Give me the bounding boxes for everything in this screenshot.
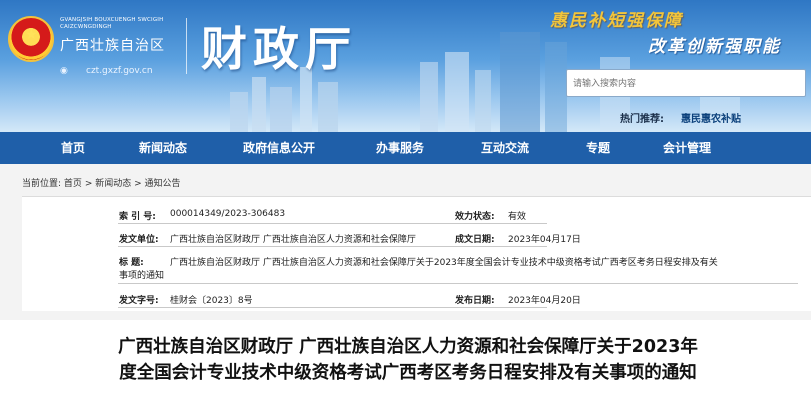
nav-gov-info[interactable]: 政府信息公开 (243, 132, 315, 164)
row-divider (454, 246, 547, 247)
breadcrumb-prefix: 当前位置: (22, 179, 62, 189)
region-pinyin: GVANGJSIH BOUXCUENGH SWCIGIH CAIZCWNGDIN… (60, 17, 163, 31)
slogan-line-1: 惠民补短强保障 (550, 11, 683, 31)
title-label: 标 题: (119, 258, 144, 268)
publish-date-value: 2023年04月20日 (508, 296, 581, 306)
site-url-icon: ◉ (60, 66, 68, 76)
validity-label: 效力状态: (455, 212, 495, 222)
validity-value: 有效 (508, 212, 527, 222)
created-date-value: 2023年04月17日 (508, 235, 581, 245)
breadcrumb-home[interactable]: 首页 (64, 179, 82, 189)
site-url: czt.gxzf.gov.cn (86, 66, 153, 76)
row-divider (454, 307, 547, 308)
region-name: 广西壮族自治区 (60, 38, 165, 54)
nav-home[interactable]: 首页 (61, 132, 85, 164)
breadcrumb: 当前位置: 首页 > 新闻动态 > 通知公告 (22, 176, 181, 189)
national-emblem-icon: ★ (8, 16, 54, 62)
hot-recommend-label: 热门推荐: (620, 114, 664, 125)
breadcrumb-news[interactable]: 新闻动态 (95, 179, 131, 189)
header-divider (186, 18, 187, 74)
created-date-label: 成文日期: (455, 235, 495, 245)
publish-date-label: 发布日期: (455, 296, 495, 306)
issuer-value: 广西壮族自治区财政厅 广西壮族自治区人力资源和社会保障厅 (170, 235, 416, 245)
breadcrumb-notices[interactable]: 通知公告 (145, 179, 181, 189)
document-info-panel: 索 引 号: 000014349/2023-306483 效力状态: 有效 发文… (22, 196, 811, 311)
row-divider (118, 307, 458, 308)
article-title: 广西壮族自治区财政厅 广西壮族自治区人力资源和社会保障厅关于2023年 度全国会… (28, 334, 788, 386)
site-header: ★ GVANGJSIH BOUXCUENGH SWCIGIH CAIZCWNGD… (0, 0, 811, 132)
doc-number-value: 桂财会〔2023〕8号 (170, 296, 253, 306)
department-name: 财政厅 (201, 22, 357, 76)
nav-accounting[interactable]: 会计管理 (663, 132, 711, 164)
pinyin-line-1: GVANGJSIH BOUXCUENGH SWCIGIH (60, 17, 164, 23)
slogan-line-2: 改革创新强职能 (648, 37, 781, 57)
article-title-line-2: 度全国会计专业技术中级资格考试广西考区考务日程安排及有关事项的通知 (119, 363, 697, 383)
row-divider (118, 283, 798, 284)
breadcrumb-separator: > (134, 179, 142, 189)
row-divider (454, 223, 547, 224)
breadcrumb-separator: > (84, 179, 93, 189)
issuer-label: 发文单位: (119, 235, 159, 245)
row-divider (118, 223, 458, 224)
row-divider (118, 246, 458, 247)
title-value-line-1: 广西壮族自治区财政厅 广西壮族自治区人力资源和社会保障厅关于2023年度全国会计… (170, 258, 718, 268)
hot-recommend-link[interactable]: 惠民惠农补贴 (681, 110, 741, 125)
nav-news[interactable]: 新闻动态 (139, 132, 187, 164)
title-value-line-2: 事项的通知 (119, 271, 165, 281)
index-label: 索 引 号: (119, 212, 156, 222)
doc-number-label: 发文字号: (119, 296, 159, 306)
index-value: 000014349/2023-306483 (170, 209, 286, 219)
nav-topics[interactable]: 专题 (586, 132, 610, 164)
pinyin-line-2: CAIZCWNGDINGH (60, 24, 112, 30)
nav-services[interactable]: 办事服务 (376, 132, 424, 164)
nav-interaction[interactable]: 互动交流 (481, 132, 529, 164)
article-title-line-1: 广西壮族自治区财政厅 广西壮族自治区人力资源和社会保障厅关于2023年 (118, 337, 698, 357)
search-input[interactable] (566, 69, 806, 97)
main-nav: 首页 新闻动态 政府信息公开 办事服务 互动交流 专题 会计管理 (0, 132, 811, 164)
